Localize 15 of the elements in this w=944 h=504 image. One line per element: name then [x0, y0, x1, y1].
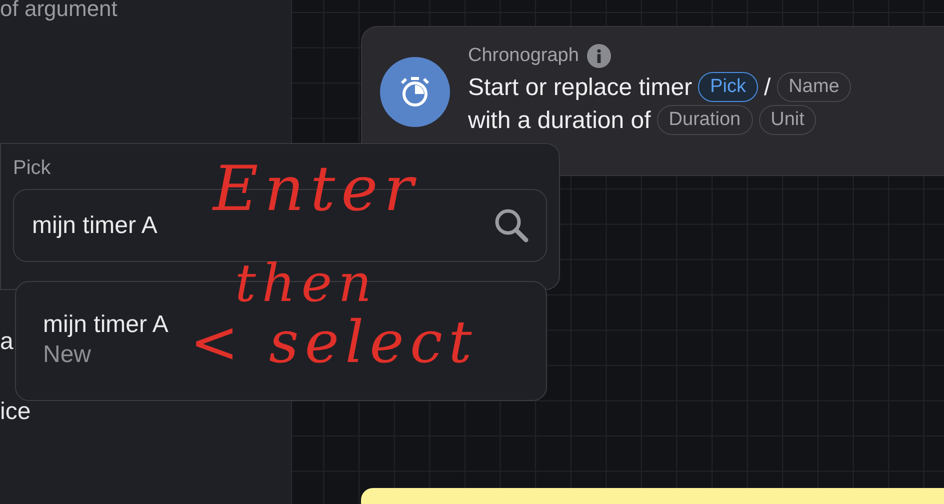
node-sentence: /: [764, 72, 771, 102]
node-category: Chronograph: [468, 44, 579, 68]
search-icon[interactable]: [493, 207, 529, 243]
sidebar-text: a: [0, 328, 14, 356]
info-icon[interactable]: [586, 44, 611, 68]
parameter-chip[interactable]: Duration: [656, 105, 753, 135]
picker-label: Pick: [13, 156, 52, 180]
node-sentence: with a duration of: [468, 106, 651, 136]
handwritten-note: < select: [190, 313, 478, 371]
node-sentence: Start or replace timer: [468, 72, 692, 102]
parameter-chip[interactable]: Name: [776, 72, 852, 102]
parameter-chip[interactable]: Unit: [758, 105, 816, 135]
parameter-chip[interactable]: Pick: [698, 72, 758, 102]
sidebar-text: ice: [0, 398, 31, 426]
sidebar-text: of argument: [0, 0, 118, 22]
